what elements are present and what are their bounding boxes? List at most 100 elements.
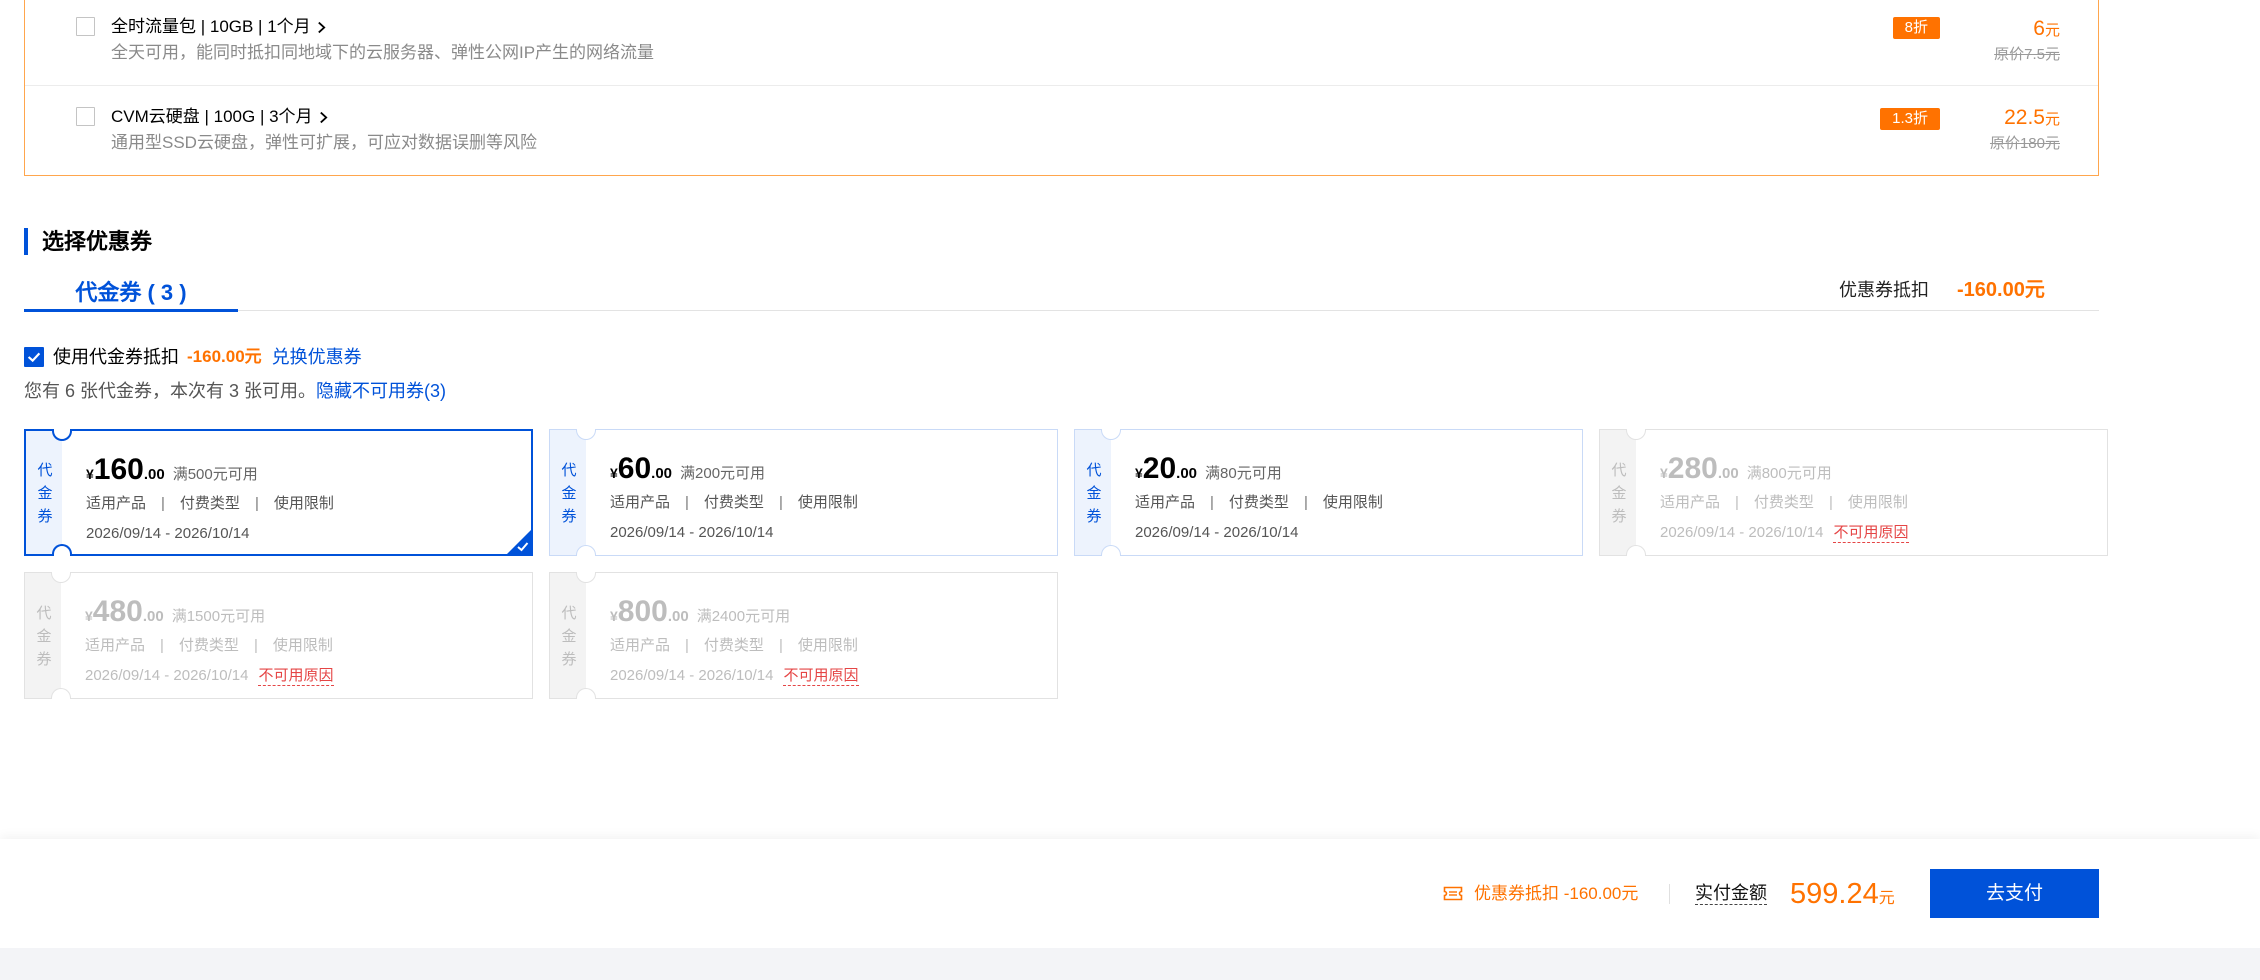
page-background (0, 948, 2260, 980)
voucher-tag-restriction[interactable]: 使用限制 (798, 493, 858, 513)
voucher-tag-billing[interactable]: 付费类型 (180, 494, 240, 514)
voucher-amount: ¥60.00 满200元可用 (610, 451, 765, 487)
voucher-tag-billing[interactable]: 付费类型 (1229, 493, 1289, 513)
voucher-threshold: 满1500元可用 (171, 608, 266, 625)
voucher-amount-integer: 60 (617, 452, 652, 485)
unavailable-reason-link[interactable]: 不可用原因 (1833, 524, 1909, 543)
pay-button[interactable]: 去支付 (1930, 869, 2099, 918)
voucher-tag-product[interactable]: 适用产品 (610, 636, 670, 656)
addon-title-text: 全时流量包 | 10GB | 1个月 (111, 17, 311, 36)
voucher-tag-restriction[interactable]: 使用限制 (273, 636, 333, 656)
addon-title[interactable]: 全时流量包 | 10GB | 1个月 (111, 17, 326, 37)
use-voucher-checkbox[interactable] (24, 347, 44, 367)
voucher-tag-billing[interactable]: 付费类型 (704, 636, 764, 656)
addon-price-unit: 元 (2044, 111, 2060, 128)
addon-original-price: 原价7.5元 (1994, 46, 2060, 63)
voucher-grid: 代金券 ¥160.00 满500元可用 适用产品 | 付费类型 | 使用限制 2026/0… (24, 429, 2108, 699)
voucher-tag-restriction[interactable]: 使用限制 (798, 636, 858, 656)
voucher-card[interactable]: 代金券 ¥60.00 满200元可用 适用产品 | 付费类型 | 使用限制 2026/09… (549, 429, 1058, 556)
voucher-validity: 2026/09/14 - 2026/10/14 (86, 525, 250, 542)
voucher-amount-integer: 280 (1667, 452, 1718, 485)
ticket-icon (1443, 886, 1463, 901)
voucher-type-label: 代金券 (559, 462, 577, 531)
addon-original-price: 原价180元 (1989, 135, 2060, 152)
addon-price: 22.5元 (2004, 106, 2060, 132)
voucher-body: ¥20.00 满80元可用 适用产品 | 付费类型 | 使用限制 2026/09/14 -… (1135, 430, 1582, 555)
voucher-validity-row: 2026/09/14 - 2026/10/14 不可用原因 (85, 666, 334, 686)
voucher-validity-row: 2026/09/14 - 2026/10/14 (610, 523, 773, 543)
voucher-tag-restriction[interactable]: 使用限制 (1323, 493, 1383, 513)
exchange-coupon-link[interactable]: 兑换优惠券 (272, 346, 362, 368)
voucher-amount-decimal: .00 (143, 466, 165, 483)
voucher-tag-restriction[interactable]: 使用限制 (1848, 493, 1908, 513)
payable-label[interactable]: 实付金额 (1695, 882, 1767, 905)
section-title: 选择优惠券 (42, 229, 153, 254)
tag-separator: | (778, 494, 783, 511)
voucher-card[interactable]: 代金券 ¥160.00 满500元可用 适用产品 | 付费类型 | 使用限制 2026/0… (24, 429, 533, 556)
voucher-amount-decimal: .00 (142, 608, 164, 625)
voucher-type-strip: 代金券 (25, 573, 61, 698)
voucher-threshold: 满500元可用 (172, 466, 258, 483)
coupon-deduct-value: -160.00元 (1957, 279, 2045, 301)
voucher-validity: 2026/09/14 - 2026/10/14 (610, 667, 774, 684)
use-voucher-row: 使用代金券抵扣 -160.00元 兑换优惠券 (53, 346, 362, 368)
voucher-amount-decimal: .00 (1717, 465, 1739, 482)
voucher-tag-billing[interactable]: 付费类型 (179, 636, 239, 656)
voucher-summary: 您有 6 张代金券，本次有 3 张可用。隐藏不可用券(3) (24, 380, 446, 402)
tab-divider (24, 310, 2099, 311)
voucher-tag-product[interactable]: 适用产品 (1135, 493, 1195, 513)
voucher-tags: 适用产品 | 付费类型 | 使用限制 (610, 636, 858, 656)
voucher-notch (1101, 545, 1121, 556)
voucher-type-label: 代金券 (1084, 462, 1102, 531)
voucher-tag-restriction[interactable]: 使用限制 (274, 494, 334, 514)
tag-separator: | (685, 494, 689, 511)
voucher-body: ¥160.00 满500元可用 适用产品 | 付费类型 | 使用限制 2026/09/14… (86, 431, 531, 554)
voucher-tag-billing[interactable]: 付费类型 (704, 493, 764, 513)
voucher-body: ¥60.00 满200元可用 适用产品 | 付费类型 | 使用限制 2026/09/14 … (610, 430, 1057, 555)
addon-description: 全天可用，能同时抵扣同地域下的云服务器、弹性公网IP产生的网络流量 (111, 43, 655, 62)
unavailable-reason-link[interactable]: 不可用原因 (783, 667, 859, 686)
voucher-threshold: 满2400元可用 (696, 608, 791, 625)
voucher-type-strip: 代金券 (1075, 430, 1111, 555)
voucher-summary-text: 您有 6 张代金券，本次有 3 张可用。 (24, 381, 317, 401)
tag-separator: | (1303, 494, 1308, 511)
voucher-amount-decimal: .00 (667, 608, 689, 625)
voucher-notch (51, 688, 71, 699)
unavailable-reason-link[interactable]: 不可用原因 (258, 667, 334, 686)
voucher-type-label: 代金券 (559, 605, 577, 674)
voucher-tags: 适用产品 | 付费类型 | 使用限制 (610, 493, 858, 513)
voucher-validity: 2026/09/14 - 2026/10/14 (1660, 524, 1824, 541)
voucher-tag-billing[interactable]: 付费类型 (1754, 493, 1814, 513)
corner-check-icon (507, 530, 531, 554)
discount-badge: 8折 (1892, 17, 1940, 39)
footer-divider (1669, 884, 1670, 904)
voucher-card[interactable]: 代金券 ¥20.00 满80元可用 适用产品 | 付费类型 | 使用限制 2026/09/… (1074, 429, 1583, 556)
payable-amount-value: 599.24 (1790, 878, 1879, 910)
voucher-tags: 适用产品 | 付费类型 | 使用限制 (86, 494, 334, 514)
coupon-deduct-label: 优惠券抵扣 (1839, 280, 1929, 300)
voucher-validity-row: 2026/09/14 - 2026/10/14 不可用原因 (1660, 523, 1909, 543)
currency-symbol: ¥ (86, 466, 94, 482)
voucher-tag-product[interactable]: 适用产品 (1660, 493, 1720, 513)
currency-symbol: ¥ (610, 608, 618, 624)
voucher-notch (52, 544, 72, 556)
voucher-amount: ¥280.00 满800元可用 (1660, 451, 1832, 487)
addon-checkbox[interactable] (76, 17, 95, 36)
voucher-card: 代金券 ¥800.00 满2400元可用 适用产品 | 付费类型 | 使用限制 2026/… (549, 572, 1058, 699)
tag-separator: | (1828, 494, 1833, 511)
voucher-body: ¥480.00 满1500元可用 适用产品 | 付费类型 | 使用限制 2026/09/1… (85, 573, 532, 698)
voucher-type-strip: 代金券 (550, 573, 586, 698)
tag-separator: | (161, 495, 165, 512)
payable-amount-unit: 元 (1878, 890, 1895, 907)
tab-vouchers[interactable]: 代金券 ( 3 ) (24, 279, 238, 312)
addon-title[interactable]: CVM云硬盘 | 100G | 3个月 (111, 107, 328, 127)
voucher-tags: 适用产品 | 付费类型 | 使用限制 (85, 636, 333, 656)
use-voucher-label[interactable]: 使用代金券抵扣 (53, 346, 179, 368)
voucher-tag-product[interactable]: 适用产品 (86, 494, 146, 514)
addon-checkbox[interactable] (76, 107, 95, 126)
voucher-tag-product[interactable]: 适用产品 (85, 636, 145, 656)
voucher-tag-product[interactable]: 适用产品 (610, 493, 670, 513)
voucher-type-strip: 代金券 (550, 430, 586, 555)
hide-unavailable-link[interactable]: 隐藏不可用券(3) (316, 381, 446, 401)
addon-row: CVM云硬盘 | 100G | 3个月 通用型SSD云硬盘，弹性可扩展，可应对数… (25, 85, 2098, 174)
